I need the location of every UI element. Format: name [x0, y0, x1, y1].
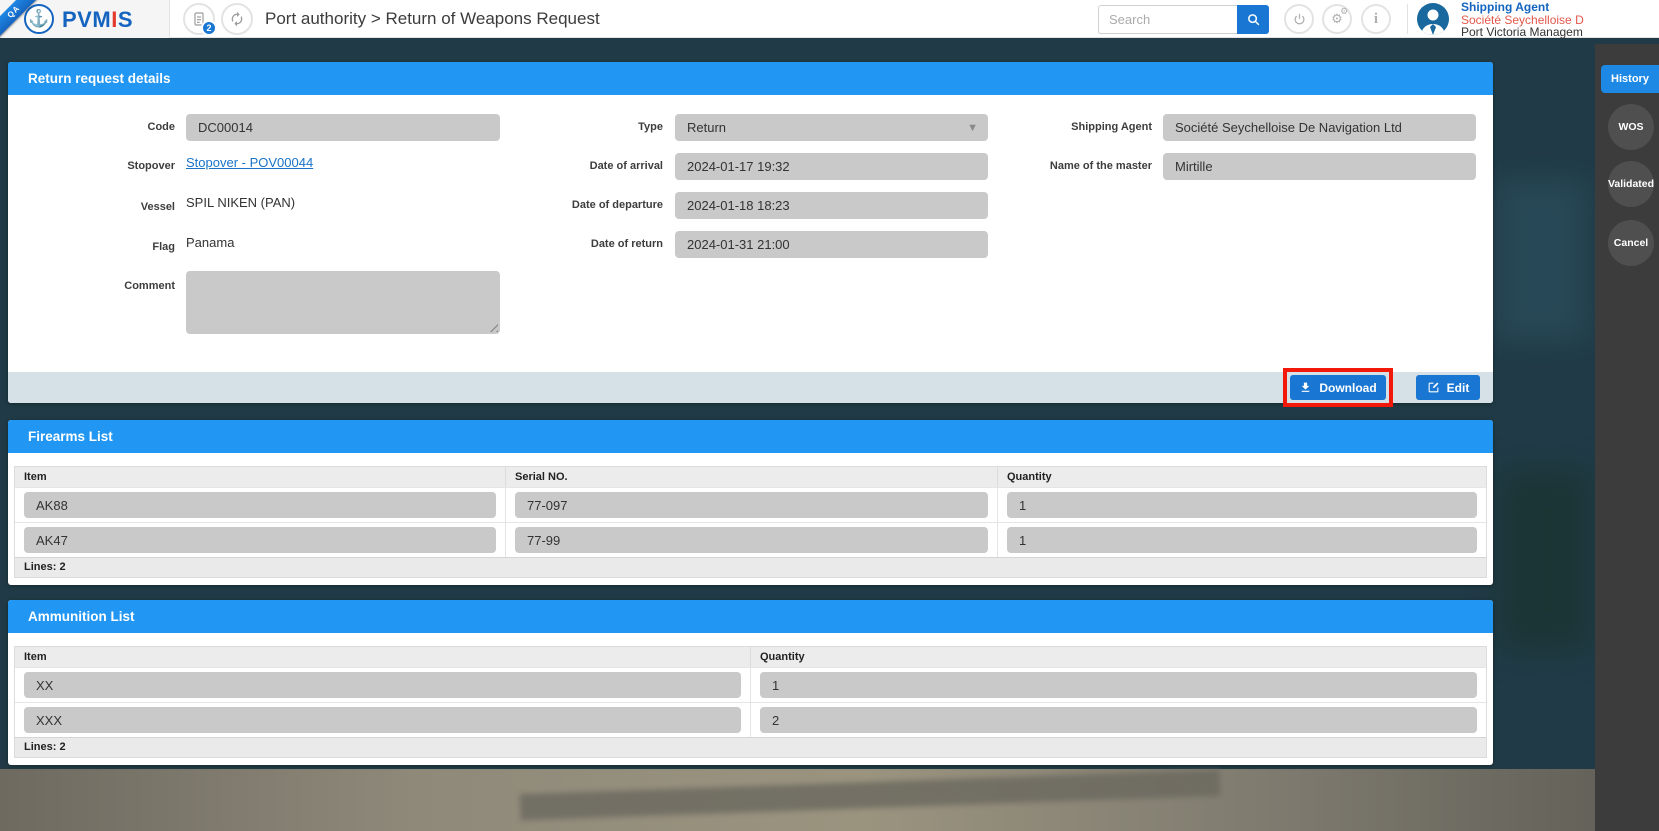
brand-title: PVMIS	[62, 7, 133, 32]
stopover-label: Stopover	[127, 160, 175, 172]
header-divider	[1407, 4, 1408, 34]
top-header-bar: QA ⚓ PVMIS 2 Port authority > Return of …	[0, 0, 1659, 40]
date-of-return-label: Date of return	[590, 238, 663, 250]
ammo-quantity-field[interactable]: 1	[760, 672, 1477, 698]
column-header-item: Item	[15, 647, 751, 667]
column-header-item: Item	[15, 467, 506, 487]
table-row: XX 1	[15, 667, 1486, 702]
person-icon	[1421, 9, 1445, 35]
ammunition-table: Item Quantity XX 1 XXX 2 Lines: 2	[14, 646, 1487, 758]
firearms-table: Item Serial NO. Quantity AK88 77-097 1 A…	[14, 466, 1487, 578]
type-label: Type	[638, 121, 663, 133]
refresh-button[interactable]	[221, 3, 253, 35]
refresh-icon	[231, 11, 243, 27]
table-row: AK47 77-99 1	[15, 522, 1486, 557]
history-button[interactable]: History	[1601, 65, 1659, 93]
background-photo-detail	[1500, 470, 1590, 650]
table-row: AK88 77-097 1	[15, 487, 1486, 522]
comment-label: Comment	[124, 280, 175, 292]
shipping-agent-field[interactable]: Société Seychelloise De Navigation Ltd	[1163, 114, 1476, 141]
flag-value: Panama	[186, 235, 235, 250]
download-button[interactable]: Download	[1290, 375, 1386, 400]
date-of-departure-field[interactable]: 2024-01-18 18:23	[675, 192, 988, 219]
status-button-wos[interactable]: WOS	[1608, 104, 1654, 150]
dropdown-arrow-icon: ▼	[967, 121, 978, 134]
search-icon	[1247, 14, 1259, 26]
name-of-master-label: Name of the master	[1049, 160, 1152, 172]
search-bar	[1098, 5, 1269, 34]
ammo-quantity-field[interactable]: 2	[760, 707, 1477, 733]
date-of-departure-label: Date of departure	[571, 199, 663, 211]
column-header-quantity: Quantity	[760, 651, 805, 663]
settings-button[interactable]: ⚙ ⚙	[1322, 4, 1352, 34]
documents-count-badge: 2	[201, 20, 217, 36]
flag-label: Flag	[152, 241, 175, 253]
code-label: Code	[147, 121, 176, 133]
power-icon	[1294, 13, 1304, 24]
firearm-quantity-field[interactable]: 1	[1007, 527, 1477, 553]
shipping-agent-label: Shipping Agent	[1071, 121, 1152, 133]
ammunition-panel-title: Ammunition List	[8, 600, 1493, 633]
code-field[interactable]: DC00014	[186, 114, 500, 141]
download-icon	[1302, 382, 1310, 392]
logo-section: QA ⚓ PVMIS	[0, 0, 170, 40]
ammunition-table-header: Item Quantity	[15, 647, 1486, 667]
type-select[interactable]: Return ▼	[675, 114, 988, 141]
firearms-lines-count: Lines: 2	[15, 557, 1486, 577]
firearm-item-field[interactable]: AK88	[24, 492, 496, 518]
gears-icon: ⚙ ⚙	[1331, 6, 1349, 26]
documents-button[interactable]: 2	[183, 3, 217, 36]
anchor-logo-icon: ⚓	[24, 4, 54, 34]
edit-icon	[1428, 382, 1439, 393]
info-button[interactable]: i	[1361, 4, 1391, 34]
column-header-quantity: Quantity	[1007, 471, 1052, 483]
date-of-arrival-field[interactable]: 2024-01-17 19:32	[675, 153, 988, 180]
app-window: QA ⚓ PVMIS 2 Port authority > Return of …	[0, 0, 1659, 831]
search-input[interactable]	[1098, 5, 1237, 34]
user-role: Shipping Agent	[1461, 1, 1550, 14]
details-footer-bar: Download Edit	[8, 368, 1493, 407]
avatar[interactable]	[1417, 3, 1449, 35]
status-button-cancel[interactable]: Cancel	[1608, 220, 1654, 266]
user-organization: Port Victoria Managem	[1461, 25, 1583, 39]
background-photo-detail	[1496, 180, 1586, 340]
firearm-item-field[interactable]: AK47	[24, 527, 496, 553]
edit-button[interactable]: Edit	[1416, 375, 1480, 400]
date-of-arrival-label: Date of arrival	[589, 160, 663, 172]
vessel-label: Vessel	[140, 201, 175, 213]
table-row: XXX 2	[15, 702, 1486, 737]
ammunition-lines-count: Lines: 2	[15, 737, 1486, 757]
firearms-panel-title: Firearms List	[8, 420, 1493, 453]
date-of-return-field[interactable]: 2024-01-31 21:00	[675, 231, 988, 258]
firearm-serial-field[interactable]: 77-99	[515, 527, 988, 553]
resize-handle-icon[interactable]	[487, 321, 498, 332]
ammo-item-field[interactable]: XXX	[24, 707, 741, 733]
breadcrumb: Port authority > Return of Weapons Reque…	[265, 9, 600, 28]
return-request-details-panel: Return request details Code DC00014 Stop…	[8, 62, 1493, 407]
status-button-validated[interactable]: Validated	[1608, 161, 1654, 207]
column-header-serial: Serial NO.	[506, 467, 998, 487]
firearms-list-panel: Firearms List Item Serial NO. Quantity A…	[8, 420, 1493, 585]
vessel-value: SPIL NIKEN (PAN)	[186, 195, 296, 210]
user-info: Shipping Agent Société Seychelloise D Po…	[1461, 1, 1659, 39]
info-icon: i	[1373, 10, 1379, 27]
logout-button[interactable]	[1284, 4, 1314, 34]
stopover-link[interactable]: Stopover - POV00044	[186, 155, 313, 170]
firearm-quantity-field[interactable]: 1	[1007, 492, 1477, 518]
firearms-table-header: Item Serial NO. Quantity	[15, 467, 1486, 487]
status-sidebar: History WOS Validated Cancel	[1595, 44, 1659, 831]
details-form: Code DC00014 Stopover Stopover - POV0004…	[8, 95, 1493, 372]
search-button[interactable]	[1237, 5, 1269, 34]
ammo-item-field[interactable]: XX	[24, 672, 741, 698]
panel-title: Return request details	[8, 62, 1493, 95]
firearm-serial-field[interactable]: 77-097	[515, 492, 988, 518]
name-of-master-field[interactable]: Mirtille	[1163, 153, 1476, 180]
ammunition-list-panel: Ammunition List Item Quantity XX 1 XXX 2…	[8, 600, 1493, 765]
comment-field[interactable]	[186, 271, 500, 334]
